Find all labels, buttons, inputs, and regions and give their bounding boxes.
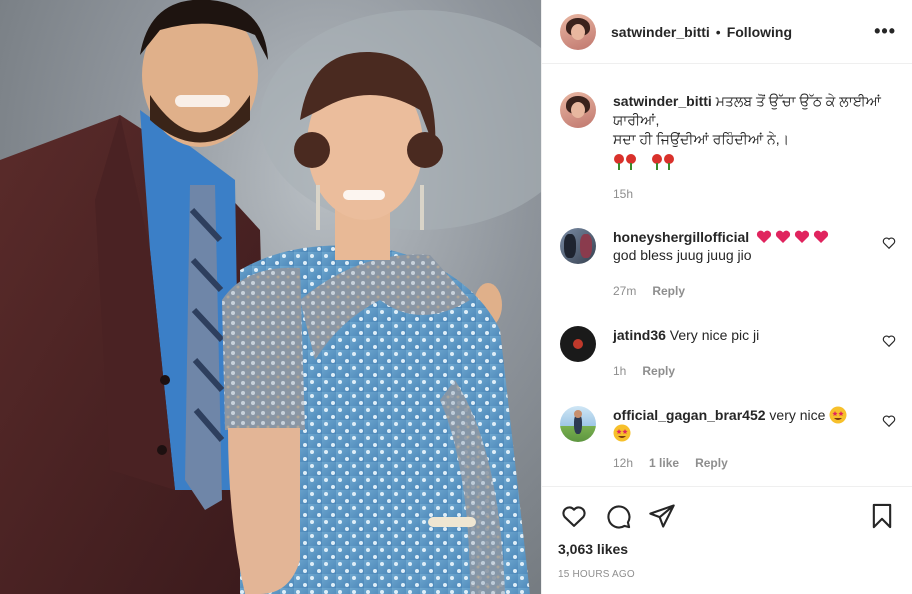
- comment-text: very nice: [769, 407, 826, 423]
- comment-time: 1h: [613, 364, 627, 378]
- like-comment-heart-icon[interactable]: [882, 414, 896, 428]
- caption-avatar[interactable]: [560, 92, 596, 128]
- action-icons: [558, 487, 896, 545]
- comment-likes[interactable]: 1 like: [649, 454, 679, 472]
- comment-item: honeyshergillofficial god bless juug juu…: [560, 228, 896, 300]
- comment-icon[interactable]: [604, 502, 632, 530]
- comment-username[interactable]: official_gagan_brar452: [613, 407, 766, 423]
- author-username[interactable]: satwinder_bitti: [611, 24, 710, 40]
- reply-button[interactable]: Reply: [642, 362, 675, 380]
- heart-icon[interactable]: [560, 502, 588, 530]
- red-heart-icon: [813, 230, 829, 243]
- like-button[interactable]: [560, 502, 588, 530]
- share-icon[interactable]: [648, 502, 676, 530]
- post-header: satwinder_bitti • Following •••: [542, 0, 912, 64]
- rose-icon: [626, 154, 636, 170]
- save-button[interactable]: [868, 502, 896, 530]
- caption-username[interactable]: satwinder_bitti: [613, 93, 712, 109]
- commenter-avatar[interactable]: [560, 406, 596, 442]
- caption-time: 15h: [613, 187, 634, 201]
- comment-text: god bless juug juug jio: [613, 247, 752, 263]
- post-side-panel: satwinder_bitti • Following ••• satwinde…: [541, 0, 912, 594]
- reply-button[interactable]: Reply: [695, 454, 728, 472]
- following-button[interactable]: Following: [727, 24, 792, 40]
- post-actions: 3,063 likes 15 HOURS AGO: [542, 486, 912, 594]
- comment-text: Very nice pic ji: [669, 327, 760, 343]
- red-heart-icon: [775, 230, 791, 243]
- like-comment-heart-icon[interactable]: [882, 334, 896, 348]
- likes-count[interactable]: 3,063 likes: [558, 541, 896, 557]
- commenter-avatar[interactable]: [560, 228, 596, 264]
- share-button[interactable]: [648, 502, 676, 530]
- more-options-icon[interactable]: •••: [874, 21, 896, 42]
- post-timestamp: 15 HOURS AGO: [558, 569, 635, 580]
- rose-emojis: [613, 153, 896, 171]
- caption: satwinder_bitti ਮਤਲਬ ਤੋਂ ਉੱਚਾ ਉੱਠ ਕੇ ਲਾਈ…: [560, 92, 896, 203]
- rose-icon: [614, 154, 624, 170]
- commenter-avatar[interactable]: [560, 326, 596, 362]
- comment-username[interactable]: honeyshergillofficial: [613, 229, 749, 245]
- post-photo[interactable]: [0, 0, 541, 594]
- star-struck-emoji-icon: [829, 406, 847, 424]
- like-comment-heart-icon[interactable]: [882, 236, 896, 250]
- red-heart-icon: [756, 230, 772, 243]
- comments-list[interactable]: satwinder_bitti ਮਤਲਬ ਤੋਂ ਉੱਚਾ ਉੱਠ ਕੇ ਲਾਈ…: [542, 65, 912, 485]
- caption-meta: 15h: [613, 185, 896, 203]
- photo-illustration: [0, 0, 541, 594]
- star-struck-emoji-icon: [613, 424, 631, 442]
- comment-meta: 27m Reply: [613, 282, 874, 300]
- comment-meta: 1h Reply: [613, 362, 874, 380]
- rose-icon: [651, 154, 662, 170]
- comment-username[interactable]: jatind36: [613, 327, 666, 343]
- red-heart-icon: [794, 230, 810, 243]
- comment-time: 12h: [613, 456, 634, 470]
- caption-text-line2: ਸਦਾ ਹੀ ਜਿਉਂਦੀਆਂ ਰਹਿੰਦੀਆਂ ਨੇ,।: [613, 131, 790, 147]
- header-separator: •: [715, 23, 721, 40]
- post-viewer: satwinder_bitti • Following ••• satwinde…: [0, 0, 912, 594]
- author-avatar[interactable]: [560, 13, 596, 50]
- comment-button[interactable]: [604, 502, 632, 530]
- rose-icon: [663, 154, 674, 170]
- comment-emoji-line: [613, 424, 874, 442]
- bookmark-icon[interactable]: [868, 502, 896, 530]
- reply-button[interactable]: Reply: [652, 282, 685, 300]
- comment-time: 27m: [613, 284, 637, 298]
- comment-item: jatind36 Very nice pic ji 1h Reply: [560, 326, 896, 380]
- comment-meta: 12h 1 like Reply: [613, 454, 874, 472]
- comment-item: official_gagan_brar452 very nice 12h 1 l…: [560, 406, 896, 472]
